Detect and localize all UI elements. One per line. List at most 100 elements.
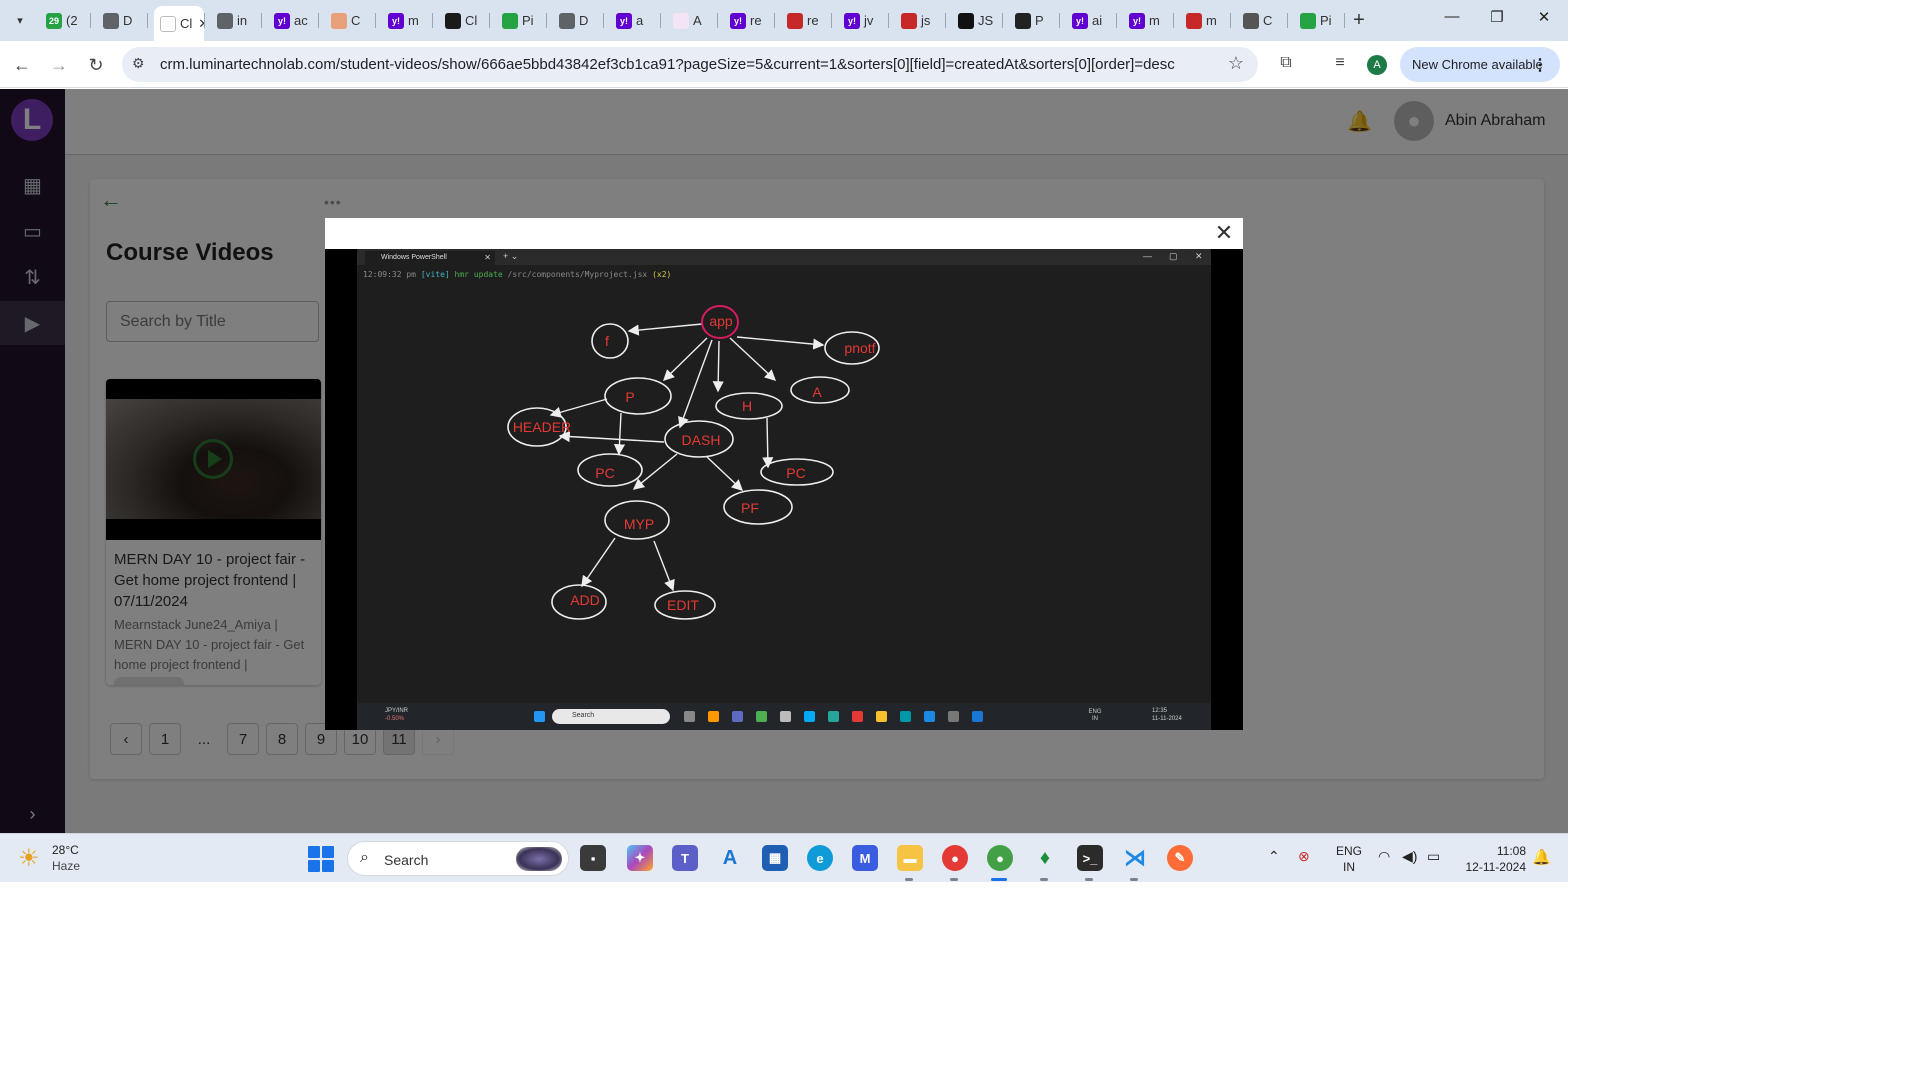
extensions-icon[interactable]: ⧉: [1275, 54, 1297, 72]
address-bar[interactable]: ⚙ crm.luminartechnolab.com/student-video…: [122, 47, 1258, 82]
postman-icon[interactable]: ✎: [1167, 845, 1193, 871]
reload-icon[interactable]: ↻: [84, 53, 108, 77]
browser-tab[interactable]: y! ac: [268, 6, 310, 35]
node-label: ADD: [570, 592, 600, 608]
edge-app-h: [712, 340, 724, 393]
translator-icon[interactable]: A: [717, 845, 743, 871]
running-indicator: [950, 878, 958, 881]
chrome-profile-a-icon[interactable]: ●: [942, 845, 968, 871]
tab-search-menu-icon[interactable]: ▾: [8, 8, 32, 32]
ml-app-icon[interactable]: M: [852, 845, 878, 871]
browser-tab[interactable]: Cl: [439, 6, 481, 35]
copilot-icon[interactable]: ✦: [627, 845, 653, 871]
terminal-icon[interactable]: >_: [1077, 845, 1103, 871]
battery-icon[interactable]: ▭: [1427, 848, 1440, 865]
tab-favicon-icon: [787, 12, 803, 29]
tab-favicon-icon: [445, 12, 461, 29]
volume-icon[interactable]: ◀): [1402, 848, 1417, 865]
browser-tab[interactable]: C: [1237, 6, 1279, 35]
tab-title: D: [123, 13, 133, 28]
tab-separator: [831, 13, 832, 28]
browser-tab[interactable]: Pi: [496, 6, 538, 35]
bookmark-star-icon[interactable]: ☆: [1228, 53, 1244, 74]
modal-header: ✕: [325, 218, 1243, 249]
window-close-icon[interactable]: ✕: [1529, 8, 1559, 26]
node-label: DASH: [682, 432, 721, 448]
browser-tab[interactable]: A: [667, 6, 709, 35]
browser-tab[interactable]: in: [211, 6, 253, 35]
tab-title: Pi: [522, 13, 534, 28]
browser-tab[interactable]: re: [781, 6, 823, 35]
network-error-icon[interactable]: ⊗: [1298, 848, 1310, 865]
browser-tab[interactable]: C: [325, 6, 367, 35]
video-player[interactable]: Windows PowerShell ✕ + ⌄ — ▢ ✕ 12:09:32 …: [357, 249, 1211, 730]
clock-date: 12-11-2024: [1465, 860, 1527, 874]
video-modal: ✕ Windows PowerShell ✕ + ⌄ — ▢ ✕ 12:09:3…: [325, 218, 1243, 730]
teams-icon[interactable]: T: [672, 845, 698, 871]
restore-icon[interactable]: ❐: [1482, 8, 1512, 26]
taskbar-search-box[interactable]: ⌕ Search: [347, 841, 569, 876]
running-indicator: [1040, 878, 1048, 881]
tab-title: D: [579, 13, 589, 28]
tab-favicon-icon: [958, 12, 974, 29]
browser-tab[interactable]: y! ai: [1066, 6, 1108, 35]
chrome-update-button[interactable]: New Chrome available ⋮: [1400, 47, 1560, 82]
weather-description[interactable]: Haze: [52, 859, 80, 873]
notification-bell-icon[interactable]: 🔔: [1532, 848, 1551, 866]
browser-tab[interactable]: Pi: [1294, 6, 1336, 35]
browser-tab[interactable]: y! jv: [838, 6, 880, 35]
browser-tab[interactable]: P: [1009, 6, 1051, 35]
site-info-icon[interactable]: ⚙: [132, 55, 145, 72]
chrome-icon[interactable]: ●: [987, 845, 1013, 871]
mongodb-compass-icon[interactable]: ♦: [1032, 845, 1058, 871]
system-clock[interactable]: 11:08 12-11-2024: [1460, 843, 1527, 875]
weather-haze-icon[interactable]: ☀: [18, 844, 40, 873]
search-highlight-image: [516, 847, 562, 871]
video-lang: ENG IN: [1088, 709, 1102, 722]
chrome-menu-icon[interactable]: ⋮: [1532, 55, 1548, 75]
tab-title: (2: [66, 13, 78, 28]
browser-tab[interactable]: m: [1180, 6, 1222, 35]
browser-tab[interactable]: y! re: [724, 6, 766, 35]
chevron-up-icon[interactable]: ⌃: [1268, 848, 1280, 865]
video-app-icon: [684, 711, 695, 722]
video-app-icon: [780, 711, 791, 722]
video-date: 11-11-2024: [1152, 716, 1182, 722]
node-label: pnotf: [844, 340, 875, 356]
browser-tab[interactable]: 29 (2: [40, 6, 82, 35]
windows-start-icon[interactable]: [308, 846, 334, 872]
language-indicator[interactable]: ENG IN: [1336, 843, 1362, 875]
edge-h-pc: [762, 417, 774, 469]
tab-separator: [375, 13, 376, 28]
vscode-icon[interactable]: ⋊: [1122, 845, 1148, 871]
store-icon[interactable]: ▦: [762, 845, 788, 871]
forward-icon[interactable]: →: [47, 53, 71, 77]
minimize-icon[interactable]: —: [1437, 8, 1467, 25]
tab-title: Pi: [1320, 13, 1332, 28]
file-explorer-icon[interactable]: ▬: [897, 845, 923, 871]
running-indicator: [1130, 878, 1138, 881]
url-text[interactable]: crm.luminartechnolab.com/student-videos/…: [160, 56, 1175, 73]
video-start-icon: [534, 711, 545, 722]
browser-tab[interactable]: y! m: [1123, 6, 1165, 35]
media-control-icon[interactable]: ≡: [1329, 54, 1351, 72]
browser-tab[interactable]: JS: [952, 6, 994, 35]
new-tab-button[interactable]: +: [1348, 9, 1370, 32]
browser-tab[interactable]: y! a: [610, 6, 652, 35]
edge-icon[interactable]: e: [807, 845, 833, 871]
video-ticker-change: -0.50%: [385, 716, 405, 722]
video-time: 12:35: [1152, 708, 1168, 714]
wifi-icon[interactable]: ◠: [1378, 848, 1390, 865]
tab-favicon-icon: y!: [844, 12, 860, 29]
task-view-icon[interactable]: ▪: [580, 845, 606, 871]
video-app-icon: [732, 711, 743, 722]
browser-tab[interactable]: y! m: [382, 6, 424, 35]
profile-avatar[interactable]: A: [1367, 55, 1387, 75]
weather-temperature[interactable]: 28°C: [52, 843, 79, 857]
browser-tab[interactable]: Cl ✕: [154, 6, 204, 41]
back-icon[interactable]: ←: [10, 53, 34, 77]
browser-tab[interactable]: D: [553, 6, 595, 35]
browser-tab[interactable]: D: [97, 6, 139, 35]
browser-tab[interactable]: js: [895, 6, 937, 35]
modal-close-icon[interactable]: ✕: [1211, 220, 1237, 246]
